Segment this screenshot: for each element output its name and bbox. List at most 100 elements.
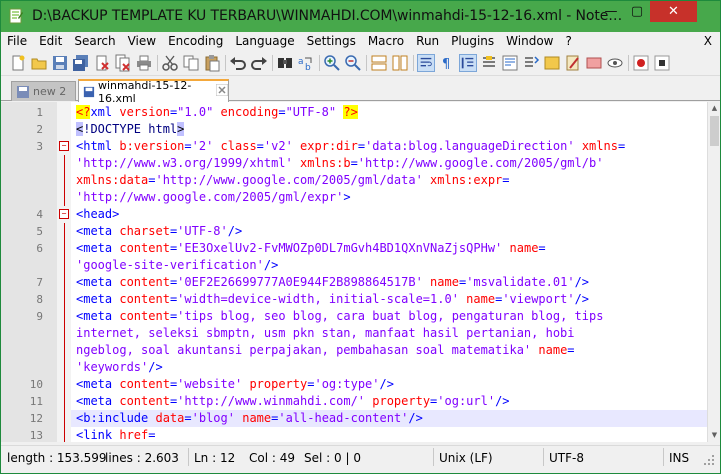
code-line[interactable]: ngeblog, soal akuntansi perpajakan, pemb… xyxy=(64,342,707,359)
status-separator xyxy=(433,448,434,466)
document-map-icon[interactable] xyxy=(501,54,519,72)
code-line[interactable]: 12 <b:include data='blog' name='all-head-… xyxy=(30,410,707,427)
zoom-in-icon[interactable] xyxy=(323,54,341,72)
monitoring-icon[interactable] xyxy=(564,54,582,72)
preview-icon[interactable] xyxy=(606,54,624,72)
cut-icon[interactable] xyxy=(161,54,179,72)
fold-line xyxy=(64,427,65,442)
word-wrap-icon[interactable] xyxy=(417,54,435,72)
code-line[interactable]: 4 − <head> xyxy=(36,206,707,223)
syntax-token: <? xyxy=(76,105,91,119)
undo-icon[interactable] xyxy=(229,54,247,72)
zoom-out-icon[interactable] xyxy=(344,54,362,72)
fold-line xyxy=(64,155,65,172)
tab-close-icon[interactable] xyxy=(215,83,229,99)
record-macro-icon[interactable] xyxy=(632,54,650,72)
fold-line xyxy=(64,325,65,342)
code-line[interactable]: 10 <meta content='website' property='og:t… xyxy=(30,376,707,393)
folder-as-workspace-icon[interactable] xyxy=(543,54,561,72)
syntax-token: /> xyxy=(495,394,510,408)
code-line[interactable]: 1 <?xml version="1.0" encoding="UTF-8" ?> xyxy=(36,104,707,121)
code-line[interactable]: 'http://www.google.com/2005/gml/expr'> xyxy=(64,189,707,206)
fold-toggle-icon[interactable]: − xyxy=(59,141,69,151)
save-all-icon[interactable] xyxy=(72,54,90,72)
panel-icon[interactable] xyxy=(585,54,603,72)
syntax-token: 'viewport' xyxy=(502,292,575,306)
code-line[interactable]: internet, seleksi sbmptn, usm pkn stan, … xyxy=(64,325,707,342)
code-line[interactable]: 3− <html b:version='2' class='v2' expr:di… xyxy=(36,138,707,155)
function-list-icon[interactable] xyxy=(522,54,540,72)
replace-icon[interactable]: ab xyxy=(297,54,315,72)
syntax-token: 'keywords' xyxy=(76,360,149,374)
syntax-token: data xyxy=(155,411,185,425)
menu-view[interactable]: View xyxy=(122,32,162,51)
code-area[interactable]: 1 <?xml version="1.0" encoding="UTF-8" ?>… xyxy=(30,104,707,442)
open-file-icon[interactable] xyxy=(30,54,48,72)
code-line[interactable]: 6 <meta content = 'EE3OxelUv2-FvMWOZp0DL7mG… xyxy=(36,240,707,257)
code-line[interactable]: 8 <meta content='width=device-width, init… xyxy=(36,291,707,308)
menu-macro[interactable]: Macro xyxy=(362,32,410,51)
code-line[interactable]: 5 <meta charset='UTF-8'/> xyxy=(36,223,707,240)
toolbar-separator xyxy=(272,55,273,71)
code-line[interactable]: 'http://www.w3.org/1999/xhtml' xmlns:b='… xyxy=(64,155,707,172)
menu-window[interactable]: Window xyxy=(500,32,559,51)
title-bar[interactable]: D:\BACKUP TEMPLATE KU TERBARU\WINMAHDI.C… xyxy=(1,1,720,32)
menu-plugins[interactable]: Plugins xyxy=(445,32,500,51)
maximize-button[interactable]: ▢ xyxy=(624,1,650,22)
find-icon[interactable] xyxy=(276,54,294,72)
syntax-token: /> xyxy=(263,258,279,272)
menu-settings[interactable]: Settings xyxy=(301,32,362,51)
resize-grip-icon[interactable] xyxy=(703,454,715,466)
scroll-down-icon[interactable]: ▼ xyxy=(708,429,721,442)
scrollbar-thumb[interactable] xyxy=(710,116,719,146)
code-line[interactable]: 9 <meta content='tips blog, seo blog, car… xyxy=(36,308,707,325)
syntax-token: /> xyxy=(574,292,590,306)
user-defined-language-icon[interactable] xyxy=(480,54,498,72)
indent-guide-icon[interactable] xyxy=(459,54,477,72)
minimize-button[interactable]: — xyxy=(598,1,624,22)
code-line[interactable]: 'keywords'/> xyxy=(64,359,707,376)
close-file-icon[interactable] xyxy=(93,54,111,72)
menu-encoding[interactable]: Encoding xyxy=(162,32,229,51)
close-all-icon[interactable] xyxy=(114,54,132,72)
code-line[interactable]: 13 <link href= xyxy=(30,427,707,442)
vertical-scrollbar[interactable]: ▲ ▼ xyxy=(707,102,720,442)
copy-icon[interactable] xyxy=(182,54,200,72)
tab-label: winmahdi-15-12-16.xml xyxy=(97,78,192,105)
svg-text:¶: ¶ xyxy=(442,57,450,72)
redo-icon[interactable] xyxy=(250,54,268,72)
code-line[interactable]: 2 <!DOCTYPE html> xyxy=(36,121,707,138)
status-insert-mode[interactable]: INS xyxy=(669,451,689,465)
code-editor[interactable]: 1 <?xml version="1.0" encoding="UTF-8" ?>… xyxy=(1,102,707,442)
status-eol[interactable]: Unix (LF) xyxy=(439,451,493,465)
new-file-icon[interactable] xyxy=(9,54,27,72)
menu-edit[interactable]: Edit xyxy=(33,32,68,51)
save-icon[interactable] xyxy=(51,54,69,72)
paste-icon[interactable] xyxy=(203,54,221,72)
menu-search[interactable]: Search xyxy=(68,32,121,51)
menu-file[interactable]: File xyxy=(1,32,33,51)
status-encoding[interactable]: UTF-8 xyxy=(549,451,584,465)
code-line[interactable]: 11 <meta content='http://www.winmahdi.com… xyxy=(30,393,707,410)
tab-new-2[interactable]: new 2 xyxy=(11,81,76,101)
syntax-token: content xyxy=(119,394,170,408)
code-line[interactable]: xmlns:data = 'http://www.google.com/2005/g… xyxy=(64,172,707,189)
sync-horizontal-icon[interactable] xyxy=(391,54,409,72)
menu-language[interactable]: Language xyxy=(229,32,300,51)
close-document-button[interactable]: X xyxy=(704,32,712,51)
code-text: <b:include data='blog' name='all-head-co… xyxy=(76,410,423,427)
code-line[interactable]: 'google-site-verification'/> xyxy=(64,257,707,274)
syntax-token: 'v2' xyxy=(263,139,293,153)
fold-line xyxy=(64,308,65,325)
menu-help[interactable]: ? xyxy=(559,32,577,51)
sync-vertical-icon[interactable] xyxy=(370,54,388,72)
show-all-characters-icon[interactable]: ¶ xyxy=(438,54,456,72)
tab-winmahdi-xml[interactable]: winmahdi-15-12-16.xml xyxy=(78,78,229,105)
menu-run[interactable]: Run xyxy=(410,32,445,51)
stop-recording-icon[interactable] xyxy=(653,54,671,72)
print-icon[interactable] xyxy=(135,54,153,72)
close-window-button[interactable]: ✕ xyxy=(650,1,697,22)
fold-toggle-icon[interactable]: − xyxy=(59,209,69,219)
scroll-up-icon[interactable]: ▲ xyxy=(708,102,721,115)
code-line[interactable]: 7 <meta content='0EF2E26699777A0E944F2B89… xyxy=(36,274,707,291)
